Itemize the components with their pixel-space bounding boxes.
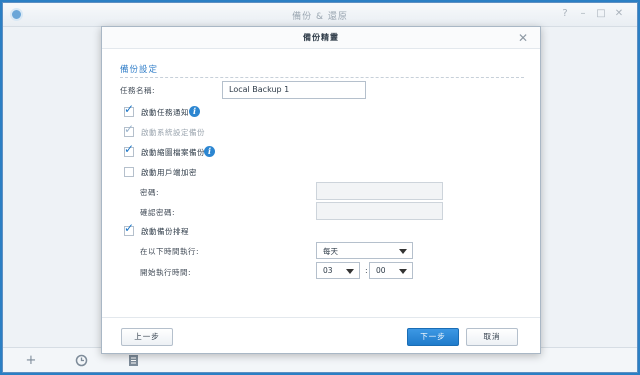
- thumbnail-backup-label: 啟動縮圖檔案備份: [141, 148, 205, 157]
- hour-value: 03: [323, 266, 333, 275]
- close-window-icon[interactable]: ✕: [613, 8, 625, 19]
- minute-select[interactable]: 00: [369, 262, 413, 279]
- confirm-password-input: [316, 202, 443, 220]
- password-label: 密碼:: [140, 188, 160, 197]
- section-divider: [120, 77, 524, 78]
- system-config-backup-checkbox: ✓: [124, 122, 135, 137]
- chevron-down-icon: [346, 269, 354, 274]
- minute-value: 00: [376, 266, 386, 275]
- start-time-label: 開始執行時間:: [140, 268, 192, 277]
- cancel-button[interactable]: 取消: [466, 328, 518, 346]
- help-icon[interactable]: ?: [559, 8, 571, 19]
- hour-select[interactable]: 03: [316, 262, 360, 279]
- confirm-password-label: 確認密碼:: [140, 208, 176, 217]
- minimize-icon[interactable]: –: [577, 8, 589, 19]
- app-title: 備份 & 還原: [292, 12, 348, 22]
- task-notification-checkbox[interactable]: ✓: [124, 103, 134, 117]
- run-on-value: 每天: [323, 247, 338, 256]
- log-icon[interactable]: [125, 353, 141, 367]
- maximize-icon[interactable]: □: [595, 8, 607, 19]
- run-on-select[interactable]: 每天: [316, 242, 413, 259]
- dialog-titlebar: 備份精靈 ✕: [102, 27, 540, 49]
- app-titlebar: 備份 & 還原 ? – □ ✕: [3, 3, 637, 27]
- prev-button[interactable]: 上一步: [121, 328, 173, 346]
- restore-history-icon[interactable]: [73, 353, 89, 367]
- task-name-input[interactable]: Local Backup 1: [222, 81, 366, 99]
- dialog-title: 備份精靈: [303, 33, 339, 42]
- chevron-down-icon: [399, 249, 407, 254]
- task-name-label: 任務名稱:: [120, 86, 156, 95]
- next-button[interactable]: 下一步: [407, 328, 459, 346]
- close-icon[interactable]: ✕: [518, 31, 528, 45]
- time-separator: :: [365, 266, 368, 275]
- thumbnail-backup-checkbox[interactable]: ✓: [124, 143, 134, 157]
- info-icon[interactable]: i: [189, 106, 200, 117]
- dialog-footer-divider: [102, 317, 540, 318]
- add-icon[interactable]: +: [23, 353, 39, 368]
- backup-wizard-dialog: 備份精靈 ✕ 備份設定 任務名稱: Local Backup 1 ✓ 啟動任務通…: [101, 26, 541, 354]
- system-config-backup-label: 啟動系統設定備份: [141, 128, 205, 137]
- client-encryption-label: 啟動用戶端加密: [141, 168, 197, 177]
- backup-schedule-label: 啟動備份排程: [141, 227, 189, 236]
- task-notification-label: 啟動任務通知: [141, 108, 189, 117]
- backup-schedule-checkbox[interactable]: ✓: [124, 222, 134, 236]
- section-title: 備份設定: [120, 65, 159, 75]
- chevron-down-icon: [399, 269, 407, 274]
- info-icon[interactable]: i: [204, 146, 215, 157]
- password-input: [316, 182, 443, 200]
- client-encryption-checkbox[interactable]: [124, 167, 134, 177]
- run-on-label: 在以下時間執行:: [140, 247, 200, 256]
